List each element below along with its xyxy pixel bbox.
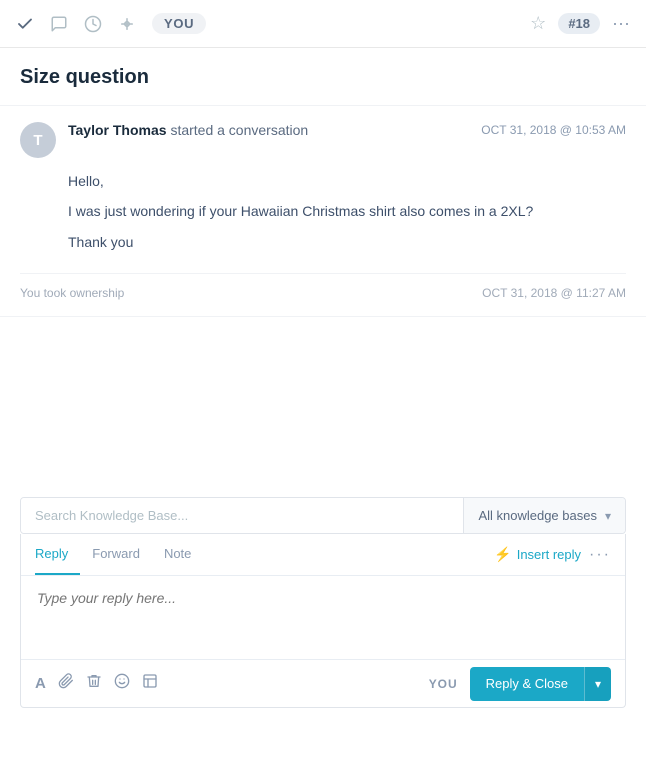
check-icon[interactable] (16, 15, 34, 33)
message-header: T Taylor Thomas started a conversation O… (20, 122, 626, 158)
kb-dropdown[interactable]: All knowledge bases ▾ (463, 498, 625, 533)
tab-forward[interactable]: Forward (80, 534, 152, 575)
you-badge: YOU (152, 13, 206, 34)
conversation-container: T Taylor Thomas started a conversation O… (0, 106, 646, 317)
reply-close-dropdown-button[interactable]: ▾ (584, 667, 611, 701)
insert-reply-label: Insert reply (517, 547, 581, 562)
you-label: YOU (429, 677, 458, 691)
reply-container: Reply Forward Note ⚡ Insert reply ··· A … (20, 534, 626, 708)
page-title: Size question (0, 48, 646, 106)
message-sender: Taylor Thomas (68, 122, 167, 138)
message-timestamp: OCT 31, 2018 @ 10:53 AM (481, 123, 626, 137)
delete-icon[interactable] (86, 673, 102, 694)
tab-note[interactable]: Note (152, 534, 203, 575)
message-action: started a conversation (170, 122, 308, 138)
clock-icon[interactable] (84, 15, 102, 33)
text-format-icon[interactable]: A (35, 675, 46, 692)
insert-reply-button[interactable]: ⚡ Insert reply (494, 546, 581, 563)
reply-more-icon[interactable]: ··· (589, 546, 611, 564)
ticket-badge: #18 (558, 13, 600, 34)
message-body: Hello, I was just wondering if your Hawa… (68, 170, 626, 253)
ownership-row: You took ownership OCT 31, 2018 @ 11:27 … (20, 273, 626, 300)
tab-reply[interactable]: Reply (35, 534, 80, 575)
reply-tabs-right: ⚡ Insert reply ··· (494, 546, 611, 564)
reply-footer: A YOU Reply & Close ▾ (21, 659, 625, 707)
attach-icon[interactable] (58, 673, 74, 694)
emoji-icon[interactable] (114, 673, 130, 694)
reply-tabs: Reply Forward Note ⚡ Insert reply ··· (21, 534, 625, 576)
avatar: T (20, 122, 56, 158)
kb-dropdown-arrow-icon: ▾ (605, 509, 611, 523)
kb-dropdown-label: All knowledge bases (478, 508, 597, 523)
star-icon[interactable]: ☆ (530, 13, 546, 34)
ownership-timestamp: OCT 31, 2018 @ 11:27 AM (482, 286, 626, 300)
top-toolbar: YOU ☆ #18 ··· (0, 0, 646, 48)
kb-search-input[interactable] (21, 498, 463, 533)
article-icon[interactable] (142, 673, 158, 694)
message-meta: Taylor Thomas started a conversation OCT… (68, 122, 626, 138)
ownership-text: You took ownership (20, 286, 124, 300)
filter-icon[interactable] (118, 15, 136, 33)
kb-search-container: All knowledge bases ▾ (20, 497, 626, 534)
empty-space (0, 317, 646, 477)
message-line-2: I was just wondering if your Hawaiian Ch… (68, 200, 626, 222)
chat-icon[interactable] (50, 15, 68, 33)
message-line-1: Hello, (68, 170, 626, 192)
more-options-icon[interactable]: ··· (612, 13, 630, 34)
message-line-3: Thank you (68, 231, 626, 253)
reply-textarea[interactable] (21, 576, 625, 656)
lightning-icon: ⚡ (494, 546, 511, 563)
reply-close-button[interactable]: Reply & Close (470, 667, 584, 701)
reply-close-btn-group: Reply & Close ▾ (470, 667, 611, 701)
